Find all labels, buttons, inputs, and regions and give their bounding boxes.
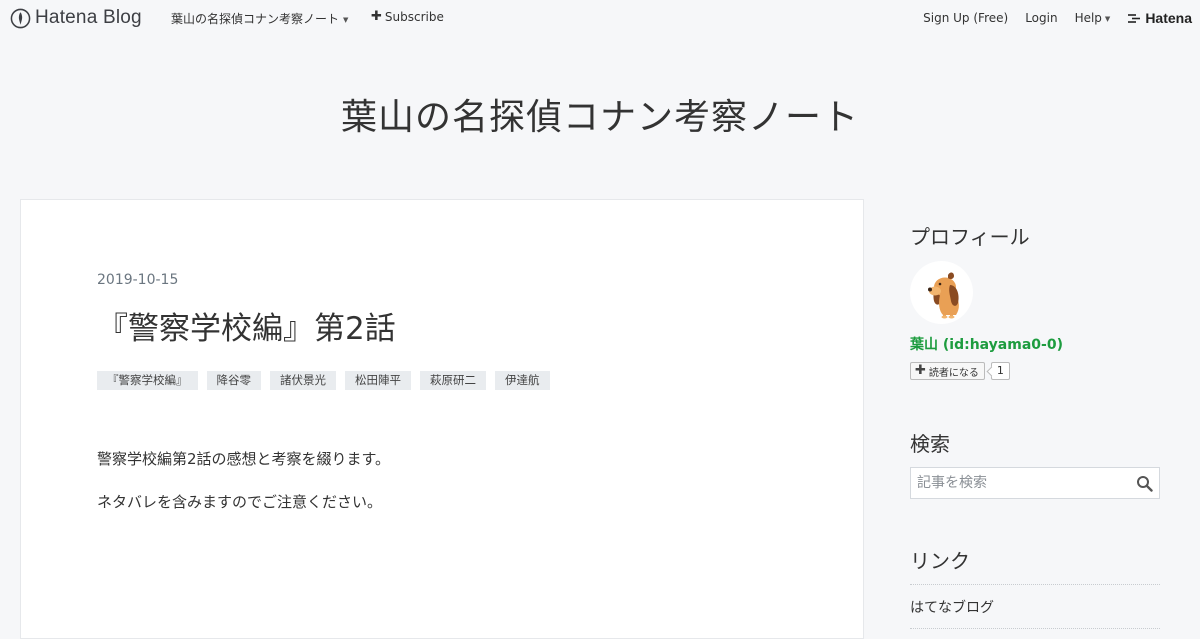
login-link[interactable]: Login [1025, 11, 1057, 25]
avatar[interactable] [910, 261, 973, 324]
search-icon[interactable] [1136, 475, 1153, 492]
signup-link[interactable]: Sign Up (Free) [923, 11, 1008, 25]
tag-link[interactable]: 萩原研二 [420, 371, 486, 390]
header-right-nav: Sign Up (Free) Login Help ▼ Hatena [923, 10, 1192, 26]
caret-down-icon: ▼ [343, 15, 349, 24]
search-heading: 検索 [910, 432, 950, 456]
hatena-brand-link[interactable]: Hatena [1127, 10, 1192, 26]
profile-heading: プロフィール [910, 225, 1030, 249]
dog-avatar [928, 272, 959, 319]
entry-title[interactable]: 『警察学校編』第2話 [97, 303, 396, 348]
tag-link[interactable]: 『警察学校編』 [97, 371, 198, 390]
tag-link[interactable]: 伊達航 [495, 371, 550, 390]
entry-paragraph: 警察学校編第2話の感想と考察を綴ります。 [97, 450, 391, 468]
plus-icon: ✚ [915, 363, 926, 378]
entry-paragraph: ネタバレを含みますのでご注意ください。 [97, 493, 383, 511]
entry-body: 警察学校編第2話の感想と考察を綴ります。 ネタバレを含みますのでご注意ください。 [97, 448, 797, 534]
tag-link[interactable]: 松田陣平 [345, 371, 411, 390]
blog-title[interactable]: 葉山の名探偵コナン考察ノート [0, 88, 1200, 140]
become-reader-button[interactable]: ✚ 読者になる [910, 362, 985, 380]
logo-text: Hatena Blog [35, 7, 142, 28]
entry-card: 2019-10-15 『警察学校編』第2話 『警察学校編』 降谷零 諸伏景光 松… [20, 199, 864, 639]
hatena-blog-logo[interactable]: Hatena Blog [10, 7, 142, 29]
help-dropdown[interactable]: Help ▼ [1075, 11, 1111, 25]
hatena-blog-logo-icon [10, 8, 31, 28]
links-heading: リンク [910, 549, 970, 573]
plus-icon: ✚ [371, 9, 382, 24]
divider [910, 628, 1160, 629]
tag-link[interactable]: 降谷零 [206, 371, 261, 390]
hatena-brand-icon [1128, 13, 1141, 23]
tag-link[interactable]: 諸伏景光 [270, 371, 336, 390]
reader-count: 1 [990, 362, 1010, 380]
brand-label: Hatena [1145, 10, 1192, 26]
blog-menu-label: 葉山の名探偵コナン考察ノート [171, 12, 340, 26]
blog-menu-dropdown[interactable]: 葉山の名探偵コナン考察ノート ▼ [171, 10, 348, 27]
search-box [910, 467, 1160, 499]
entry-tags: 『警察学校編』 降谷零 諸伏景光 松田陣平 萩原研二 伊達航 [97, 371, 550, 390]
reader-button-label: 読者になる [928, 367, 979, 379]
link-hatena-blog[interactable]: はてなブログ [910, 597, 994, 617]
help-label: Help [1074, 11, 1102, 25]
author-link[interactable]: 葉山 (id:hayama0-0) [910, 334, 1063, 354]
entry-date[interactable]: 2019-10-15 [97, 272, 178, 288]
global-header: Hatena Blog 葉山の名探偵コナン考察ノート ▼ ✚ Subscribe… [0, 0, 1200, 36]
divider [910, 584, 1160, 585]
reader-widget: ✚ 読者になる 1 [910, 362, 1010, 380]
caret-down-icon: ▼ [1104, 15, 1111, 23]
subscribe-button[interactable]: ✚ Subscribe [371, 10, 444, 24]
subscribe-label: Subscribe [384, 10, 444, 24]
search-input[interactable] [911, 468, 1131, 498]
